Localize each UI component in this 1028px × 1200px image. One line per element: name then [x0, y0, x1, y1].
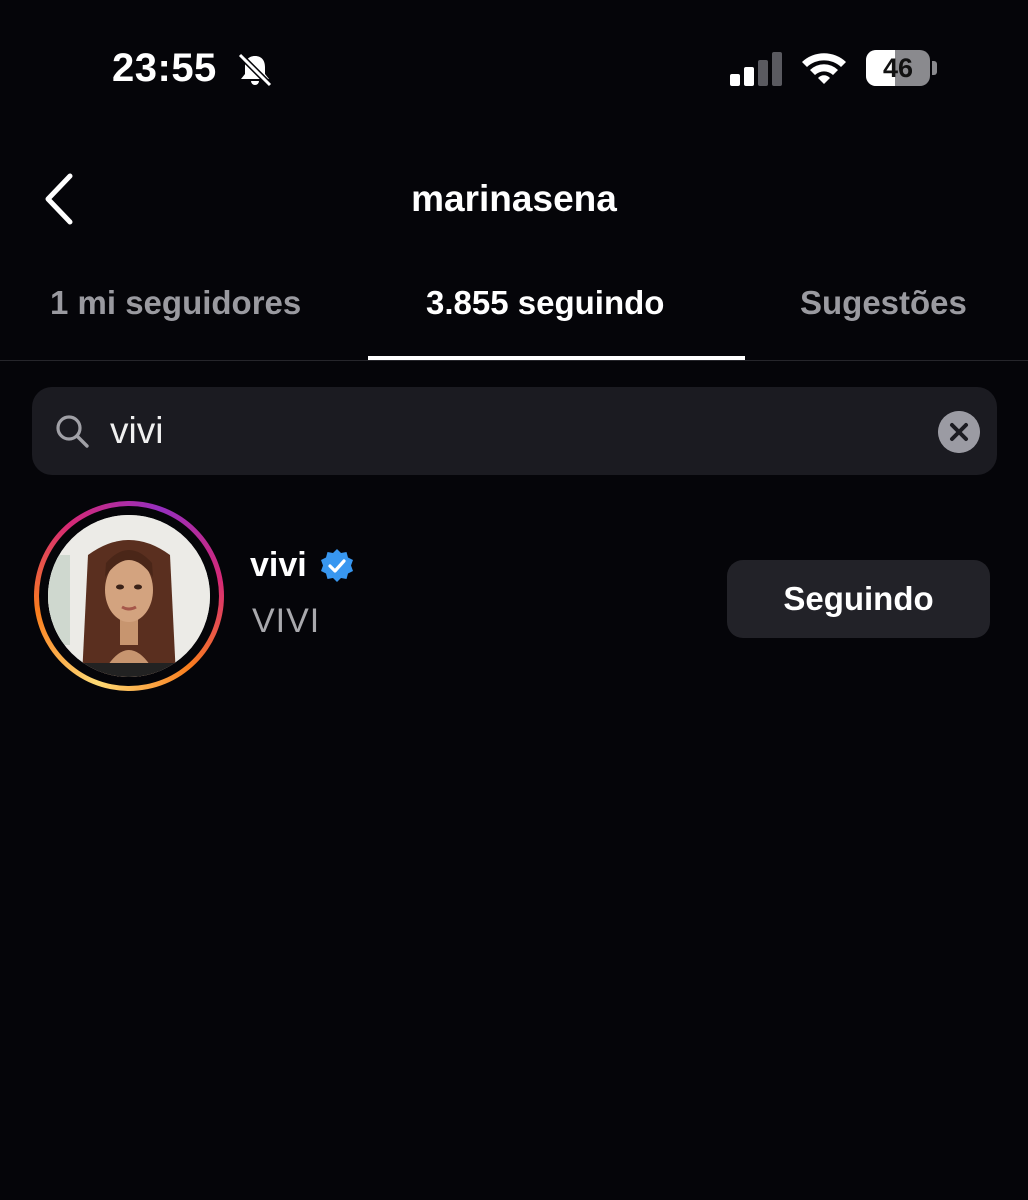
- tab-suggestions[interactable]: Sugestões: [800, 284, 967, 322]
- active-tab-indicator: [368, 356, 745, 360]
- clear-x-icon[interactable]: [938, 411, 980, 453]
- tab-followers[interactable]: 1 mi seguidores: [50, 284, 301, 322]
- username-line: vivi: [250, 546, 355, 590]
- bell-slash-icon: [237, 52, 273, 88]
- tab-following[interactable]: 3.855 seguindo: [426, 284, 664, 322]
- battery-icon: 46: [866, 50, 937, 86]
- search-icon: [56, 415, 89, 448]
- nav-header: marinasena: [0, 160, 1028, 240]
- story-ring[interactable]: [34, 501, 224, 691]
- status-bar: 23:55 46: [0, 0, 1028, 140]
- battery-level: 46: [882, 53, 914, 83]
- cellular-signal-icon: [730, 52, 782, 86]
- tab-bar: 1 mi seguidores 3.855 seguindo Sugestões: [0, 270, 1028, 361]
- following-button[interactable]: Seguindo: [727, 560, 990, 638]
- verified-badge-icon: [321, 548, 354, 582]
- avatar-photo: [48, 515, 210, 677]
- status-time: 23:55: [112, 46, 217, 90]
- full-name: VIVI: [252, 602, 321, 640]
- username[interactable]: vivi: [250, 546, 307, 584]
- avatar[interactable]: [48, 515, 210, 677]
- wifi-icon: [802, 53, 846, 84]
- page-title: marinasena: [411, 178, 617, 219]
- list-item[interactable]: vivi VIVI Seguindo: [0, 498, 1028, 698]
- search-bar: [32, 387, 997, 475]
- search-input[interactable]: [110, 401, 910, 461]
